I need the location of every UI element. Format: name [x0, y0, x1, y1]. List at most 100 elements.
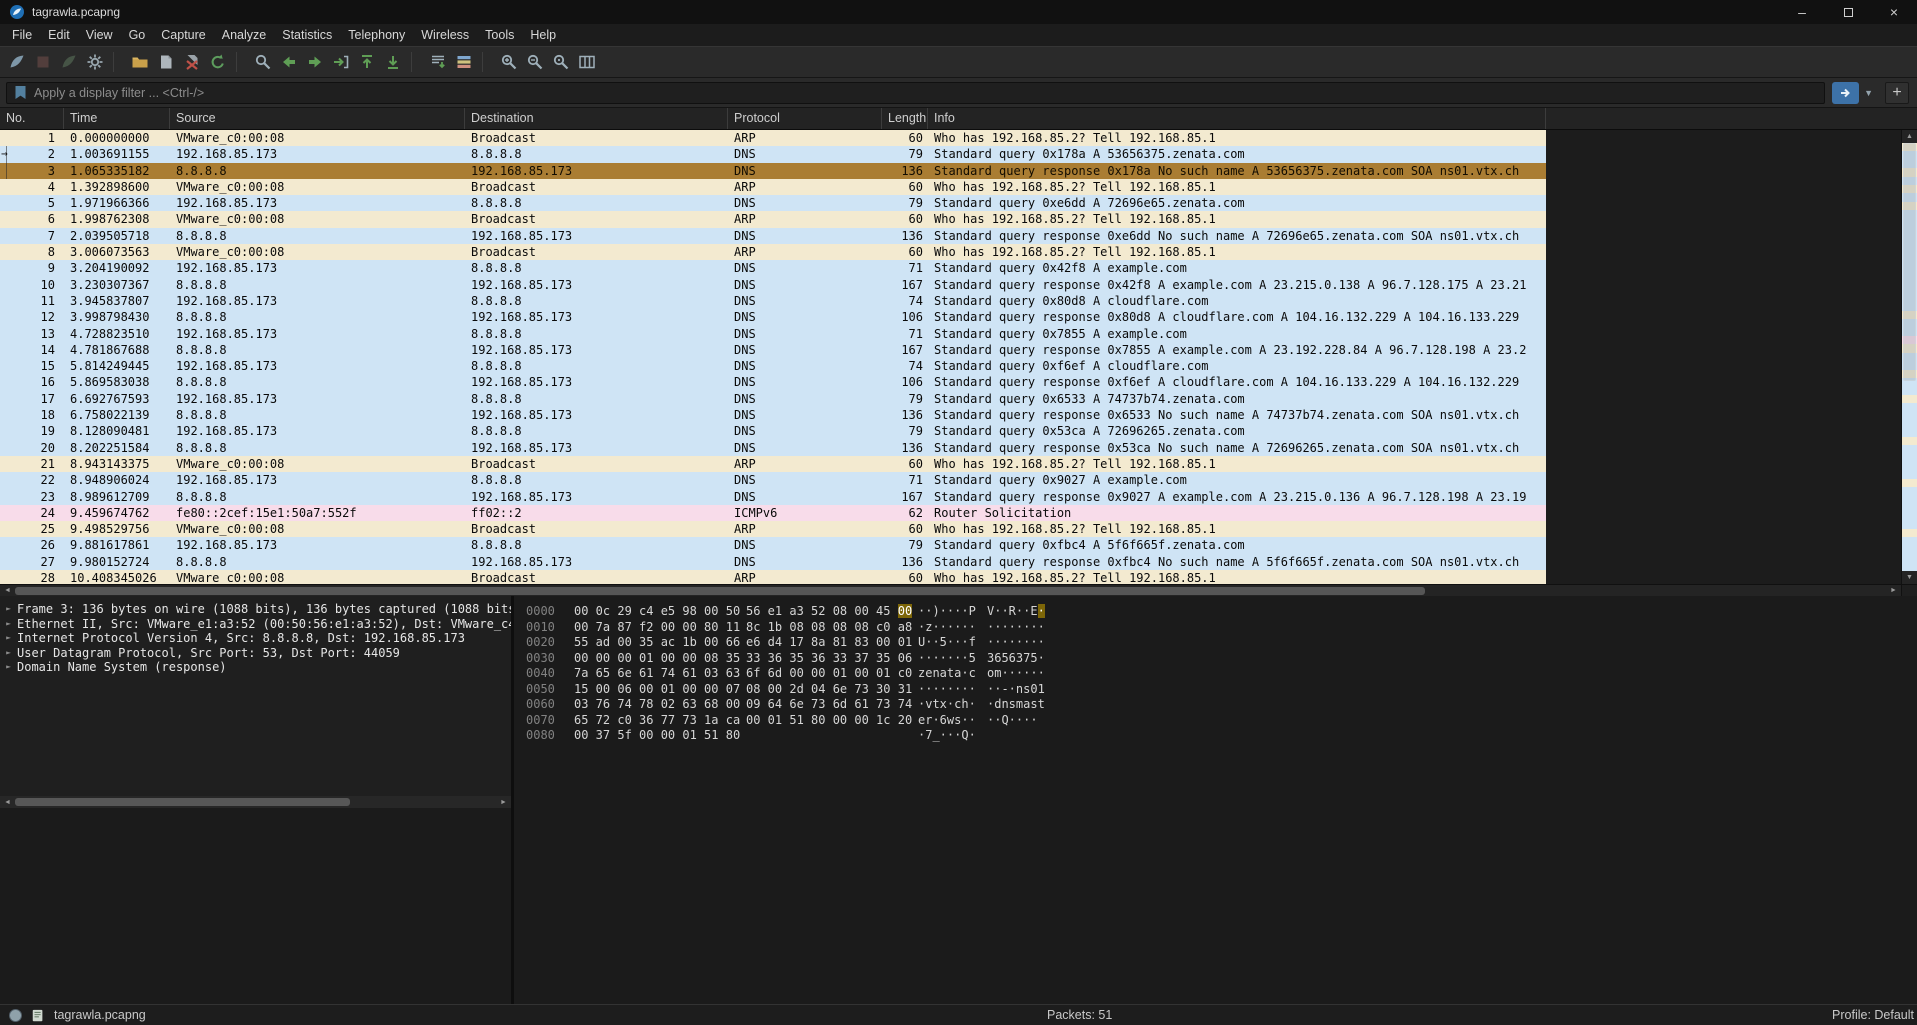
packet-row-27[interactable]: 279.9801527248.8.8.8192.168.85.173DNS136…	[0, 554, 1546, 570]
close-file-button[interactable]	[179, 49, 205, 75]
menu-wireless[interactable]: Wireless	[413, 26, 477, 44]
packet-row-9[interactable]: 93.204190092192.168.85.1738.8.8.8DNS71St…	[0, 260, 1546, 276]
packet-row-21[interactable]: 218.943143375VMware_c0:00:08BroadcastARP…	[0, 456, 1546, 472]
go-to-packet-button[interactable]	[328, 49, 354, 75]
menu-analyze[interactable]: Analyze	[214, 26, 274, 44]
packet-row-16[interactable]: 165.8695830388.8.8.8192.168.85.173DNS106…	[0, 374, 1546, 390]
vscrollbar-thumb[interactable]	[1903, 143, 1916, 381]
detail-line[interactable]: ►Frame 3: 136 bytes on wire (1088 bits),…	[0, 602, 511, 617]
column-header-len[interactable]: Length	[882, 108, 928, 129]
scroll-up-icon[interactable]: ▲	[1902, 130, 1917, 143]
detail-line[interactable]: ►Internet Protocol Version 4, Src: 8.8.8…	[0, 631, 511, 646]
packet-row-1[interactable]: 10.000000000VMware_c0:00:08BroadcastARP6…	[0, 130, 1546, 146]
menu-edit[interactable]: Edit	[40, 26, 78, 44]
menu-tools[interactable]: Tools	[477, 26, 522, 44]
details-hscrollbar[interactable]: ◄ ►	[0, 796, 511, 808]
packet-row-5[interactable]: 51.971966366192.168.85.1738.8.8.8DNS79St…	[0, 195, 1546, 211]
packet-row-4[interactable]: 41.392898600VMware_c0:00:08BroadcastARP6…	[0, 179, 1546, 195]
resize-columns-button[interactable]	[574, 49, 600, 75]
colorize-packets-button[interactable]	[451, 49, 477, 75]
apply-filter-button[interactable]	[1832, 82, 1859, 104]
find-packet-button[interactable]	[250, 49, 276, 75]
detail-line[interactable]: ►Ethernet II, Src: VMware_e1:a3:52 (00:5…	[0, 617, 511, 632]
column-header-proto[interactable]: Protocol	[728, 108, 882, 129]
packet-row-19[interactable]: 198.128090481192.168.85.1738.8.8.8DNS79S…	[0, 423, 1546, 439]
packet-row-20[interactable]: 208.2022515848.8.8.8192.168.85.173DNS136…	[0, 440, 1546, 456]
details-scroll-right-icon[interactable]: ►	[496, 799, 511, 806]
hex-dump-row[interactable]: 00407a 65 6e 61 74 61 03 636f 6d 00 00 0…	[526, 666, 1917, 682]
go-forward-button[interactable]	[302, 49, 328, 75]
expand-caret-icon[interactable]: ►	[0, 660, 17, 675]
packet-row-10[interactable]: 103.2303073678.8.8.8192.168.85.173DNS167…	[0, 277, 1546, 293]
scroll-right-icon[interactable]: ►	[1886, 587, 1901, 594]
maximize-button[interactable]	[1825, 0, 1871, 24]
menu-capture[interactable]: Capture	[153, 26, 213, 44]
auto-scroll-button[interactable]	[425, 49, 451, 75]
expand-caret-icon[interactable]: ►	[0, 646, 17, 661]
hex-dump-row[interactable]: 008000 37 5f 00 00 01 51 80·7_···Q·	[526, 728, 1917, 744]
packet-row-2[interactable]: →21.003691155192.168.85.1738.8.8.8DNS79S…	[0, 146, 1546, 162]
go-back-button[interactable]	[276, 49, 302, 75]
menu-file[interactable]: File	[4, 26, 40, 44]
minimize-button[interactable]: –	[1779, 0, 1825, 24]
packet-row-22[interactable]: 228.948906024192.168.85.1738.8.8.8DNS71S…	[0, 472, 1546, 488]
hscrollbar-thumb[interactable]	[15, 587, 1425, 595]
menu-telephony[interactable]: Telephony	[340, 26, 413, 44]
go-last-packet-button[interactable]	[380, 49, 406, 75]
capture-comment-icon[interactable]	[31, 1008, 45, 1023]
hex-dump-row[interactable]: 006003 76 74 78 02 63 68 0009 64 6e 73 6…	[526, 697, 1917, 713]
menu-statistics[interactable]: Statistics	[274, 26, 340, 44]
packet-row-24[interactable]: 249.459674762fe80::2cef:15e1:50a7:552fff…	[0, 505, 1546, 521]
column-header-no[interactable]: No.	[0, 108, 64, 129]
detail-line[interactable]: ►Domain Name System (response)	[0, 660, 511, 675]
packet-row-3[interactable]: 31.0653351828.8.8.8192.168.85.173DNS136S…	[0, 163, 1546, 179]
packet-row-12[interactable]: 123.9987984308.8.8.8192.168.85.173DNS106…	[0, 309, 1546, 325]
menu-help[interactable]: Help	[522, 26, 564, 44]
column-header-info[interactable]: Info	[928, 108, 1546, 129]
column-header-src[interactable]: Source	[170, 108, 465, 129]
stop-capture-button[interactable]	[30, 49, 56, 75]
zoom-in-button[interactable]	[496, 49, 522, 75]
zoom-out-button[interactable]	[522, 49, 548, 75]
save-file-button[interactable]	[153, 49, 179, 75]
packet-row-25[interactable]: 259.498529756VMware_c0:00:08BroadcastARP…	[0, 521, 1546, 537]
go-first-packet-button[interactable]	[354, 49, 380, 75]
packet-row-28[interactable]: 2810.408345026VMware_c0:00:08BroadcastAR…	[0, 570, 1546, 584]
details-hscrollbar-thumb[interactable]	[15, 798, 350, 806]
restart-capture-button[interactable]	[56, 49, 82, 75]
zoom-original-button[interactable]	[548, 49, 574, 75]
packet-row-13[interactable]: 134.728823510192.168.85.1738.8.8.8DNS71S…	[0, 326, 1546, 342]
filter-dropdown-icon[interactable]: ▼	[1859, 88, 1878, 98]
detail-line[interactable]: ►User Datagram Protocol, Src Port: 53, D…	[0, 646, 511, 661]
expert-info-icon[interactable]	[9, 1009, 22, 1022]
packet-row-7[interactable]: 72.0395057188.8.8.8192.168.85.173DNS136S…	[0, 228, 1546, 244]
packet-row-17[interactable]: 176.692767593192.168.85.1738.8.8.8DNS79S…	[0, 391, 1546, 407]
expand-caret-icon[interactable]: ►	[0, 617, 17, 632]
expand-caret-icon[interactable]: ►	[0, 631, 17, 646]
menu-go[interactable]: Go	[121, 26, 154, 44]
column-header-time[interactable]: Time	[64, 108, 170, 129]
details-scroll-left-icon[interactable]: ◄	[0, 799, 15, 806]
scroll-down-icon[interactable]: ▼	[1902, 571, 1917, 584]
open-file-button[interactable]	[127, 49, 153, 75]
scroll-left-icon[interactable]: ◄	[0, 587, 15, 594]
add-filter-button[interactable]: +	[1885, 82, 1909, 104]
packet-row-18[interactable]: 186.7580221398.8.8.8192.168.85.173DNS136…	[0, 407, 1546, 423]
packet-row-23[interactable]: 238.9896127098.8.8.8192.168.85.173DNS167…	[0, 489, 1546, 505]
packet-row-26[interactable]: 269.881617861192.168.85.1738.8.8.8DNS79S…	[0, 537, 1546, 553]
menu-view[interactable]: View	[78, 26, 121, 44]
packet-list-vscrollbar[interactable]: ▲ ▼	[1901, 130, 1917, 584]
hex-dump-row[interactable]: 007065 72 c0 36 77 73 1a ca00 01 51 80 0…	[526, 713, 1917, 729]
start-capture-button[interactable]	[4, 49, 30, 75]
close-button[interactable]: ×	[1871, 0, 1917, 24]
hex-dump-row[interactable]: 005015 00 06 00 01 00 00 0708 00 2d 04 6…	[526, 682, 1917, 698]
filter-bookmark-icon[interactable]	[14, 85, 27, 100]
packet-row-6[interactable]: 61.998762308VMware_c0:00:08BroadcastARP6…	[0, 211, 1546, 227]
hex-dump-row[interactable]: 002055 ad 00 35 ac 1b 00 66e6 d4 17 8a 8…	[526, 635, 1917, 651]
expand-caret-icon[interactable]: ►	[0, 602, 17, 617]
packet-row-11[interactable]: 113.945837807192.168.85.1738.8.8.8DNS74S…	[0, 293, 1546, 309]
packet-row-8[interactable]: 83.006073563VMware_c0:00:08BroadcastARP6…	[0, 244, 1546, 260]
hex-dump-row[interactable]: 003000 00 00 01 00 00 08 3533 36 35 36 3…	[526, 651, 1917, 667]
column-header-dst[interactable]: Destination	[465, 108, 728, 129]
reload-file-button[interactable]	[205, 49, 231, 75]
